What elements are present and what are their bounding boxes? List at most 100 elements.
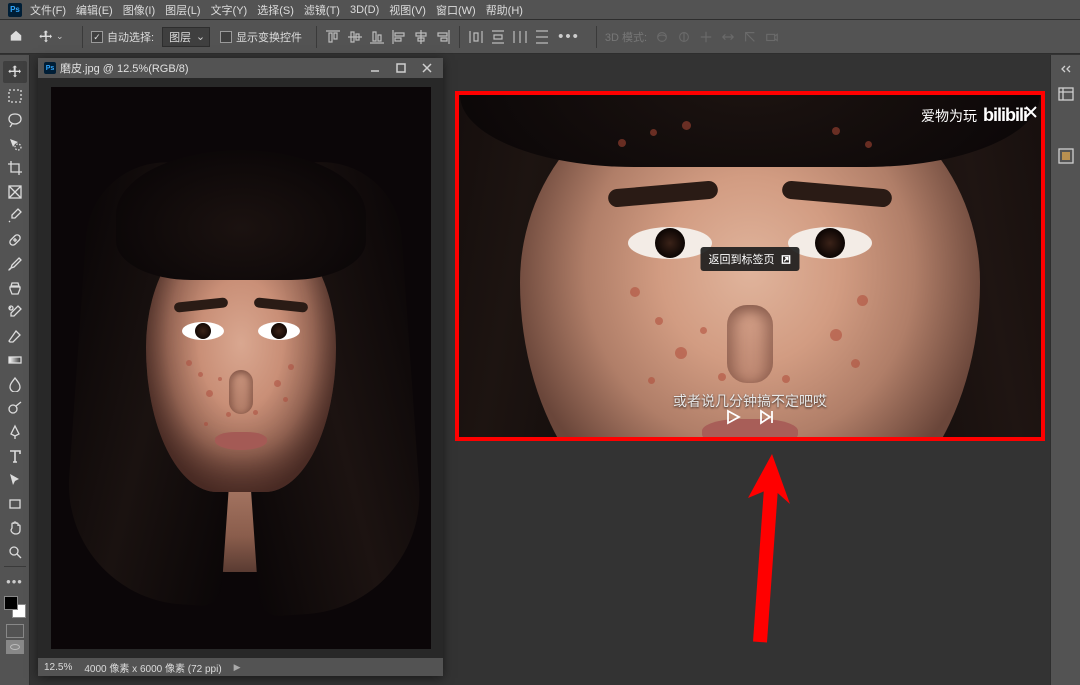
right-panel-collapsed — [1050, 55, 1080, 685]
hand-tool[interactable] — [3, 517, 27, 539]
separator — [316, 26, 317, 48]
distribute-h-icon[interactable] — [468, 29, 484, 45]
maximize-button[interactable] — [389, 60, 413, 76]
separator — [596, 26, 597, 48]
document-tab[interactable]: Ps 磨皮.jpg @ 12.5%(RGB/8) — [38, 58, 443, 78]
distribute-v2-icon[interactable] — [534, 29, 550, 45]
pen-tool[interactable] — [3, 421, 27, 443]
move-tool[interactable] — [3, 61, 27, 83]
brand-text: 爱物为玩 — [921, 106, 977, 126]
auto-select-label: 自动选择: — [107, 29, 154, 45]
close-button[interactable] — [415, 60, 439, 76]
dodge-tool[interactable] — [3, 397, 27, 419]
status-bar: 12.5% 4000 像素 x 6000 像素 (72 ppi) ▶ — [38, 658, 443, 676]
standard-mode-icon[interactable] — [6, 624, 24, 638]
spot-heal-tool[interactable] — [3, 229, 27, 251]
ps-doc-icon: Ps — [44, 62, 56, 74]
distribute-h2-icon[interactable] — [512, 29, 528, 45]
status-menu-icon[interactable]: ▶ — [234, 662, 241, 673]
menu-help[interactable]: 帮助(H) — [486, 2, 523, 18]
type-tool[interactable] — [3, 445, 27, 467]
show-transform-checkbox[interactable] — [220, 31, 232, 43]
image-canvas — [51, 87, 431, 649]
blur-tool[interactable] — [3, 373, 27, 395]
expand-panels-icon[interactable] — [1060, 61, 1072, 71]
properties-panel-icon[interactable] — [1057, 147, 1075, 165]
menu-edit[interactable]: 编辑(E) — [76, 2, 113, 18]
annotation-arrow — [720, 454, 790, 644]
menu-filter[interactable]: 滤镜(T) — [304, 2, 340, 18]
gradient-tool[interactable] — [3, 349, 27, 371]
more-options-icon[interactable]: ••• — [558, 28, 580, 45]
zoom-tool[interactable] — [3, 541, 27, 563]
tool-preset-move[interactable]: ⌄ — [38, 29, 66, 45]
auto-select-checkbox[interactable] — [91, 31, 103, 43]
eraser-tool[interactable] — [3, 325, 27, 347]
align-vcenter-icon[interactable] — [347, 29, 363, 45]
align-group — [325, 29, 451, 45]
document-window: Ps 磨皮.jpg @ 12.5%(RGB/8) — [38, 58, 443, 676]
edit-toolbar-icon[interactable]: ••• — [3, 570, 27, 592]
crop-tool[interactable] — [3, 157, 27, 179]
distribute-group — [468, 29, 550, 45]
camera-3d-icon[interactable] — [765, 30, 779, 44]
orbit-3d-icon[interactable] — [655, 30, 669, 44]
align-hcenter-icon[interactable] — [413, 29, 429, 45]
history-panel-icon[interactable] — [1057, 85, 1075, 103]
slide-3d-icon[interactable] — [721, 30, 735, 44]
play-button[interactable] — [724, 408, 742, 431]
separator — [82, 26, 83, 48]
history-brush-tool[interactable] — [3, 301, 27, 323]
menu-layer[interactable]: 图层(L) — [165, 2, 200, 18]
return-to-tab-tooltip[interactable]: 返回到标签页 — [701, 247, 800, 271]
path-select-tool[interactable] — [3, 469, 27, 491]
menu-file[interactable]: 文件(F) — [30, 2, 66, 18]
video-overlay: 爱物为玩 bilibili 返回到标签页 或者说几分钟搞不定吧哎 — [455, 91, 1045, 441]
quick-mask-toggle[interactable] — [6, 624, 24, 654]
quick-mask-icon[interactable] — [6, 640, 24, 654]
options-bar: ⌄ 自动选择: 图层 显示变换控件 ••• 3D 模式: — [0, 20, 1080, 54]
auto-select-dropdown[interactable]: 图层 — [162, 27, 210, 47]
align-right-icon[interactable] — [435, 29, 451, 45]
distribute-v-icon[interactable] — [490, 29, 506, 45]
roll-3d-icon[interactable] — [677, 30, 691, 44]
lasso-tool[interactable] — [3, 109, 27, 131]
zoom-level[interactable]: 12.5% — [44, 662, 72, 673]
canvas-area[interactable] — [38, 78, 443, 658]
foreground-color-swatch[interactable] — [4, 596, 18, 610]
clone-stamp-tool[interactable] — [3, 277, 27, 299]
workspace: ••• Ps 磨皮.jpg @ 12.5%(RGB/8) — [0, 54, 1080, 685]
document-title: 磨皮.jpg @ 12.5%(RGB/8) — [60, 60, 363, 76]
menu-window[interactable]: 窗口(W) — [436, 2, 476, 18]
menu-bar: Ps 文件(F) 编辑(E) 图像(I) 图层(L) 文字(Y) 选择(S) 滤… — [0, 0, 1080, 20]
menu-image[interactable]: 图像(I) — [123, 2, 155, 18]
overlay-brand: 爱物为玩 bilibili — [921, 105, 1027, 126]
foreground-background-colors[interactable] — [4, 596, 26, 618]
minimize-button[interactable] — [363, 60, 387, 76]
align-top-icon[interactable] — [325, 29, 341, 45]
frame-tool[interactable] — [3, 181, 27, 203]
align-bottom-icon[interactable] — [369, 29, 385, 45]
mode-3d-label: 3D 模式: — [605, 29, 647, 45]
menu-select[interactable]: 选择(S) — [257, 2, 294, 18]
zoom-3d-icon[interactable] — [743, 30, 757, 44]
brush-tool[interactable] — [3, 253, 27, 275]
toolbox: ••• — [0, 55, 30, 685]
home-button[interactable] — [8, 29, 26, 45]
menu-type[interactable]: 文字(Y) — [211, 2, 248, 18]
tool-separator — [4, 566, 26, 567]
app-logo: Ps — [8, 3, 22, 17]
marquee-tool[interactable] — [3, 85, 27, 107]
separator — [459, 26, 460, 48]
pan-3d-icon[interactable] — [699, 30, 713, 44]
mode-3d-icons — [655, 30, 779, 44]
rectangle-tool[interactable] — [3, 493, 27, 515]
next-button[interactable] — [758, 408, 776, 431]
video-controls — [724, 408, 776, 431]
menu-view[interactable]: 视图(V) — [389, 2, 426, 18]
quick-select-tool[interactable] — [3, 133, 27, 155]
eyedropper-tool[interactable] — [3, 205, 27, 227]
align-left-icon[interactable] — [391, 29, 407, 45]
bilibili-logo: bilibili — [983, 105, 1027, 126]
menu-3d[interactable]: 3D(D) — [350, 4, 379, 16]
